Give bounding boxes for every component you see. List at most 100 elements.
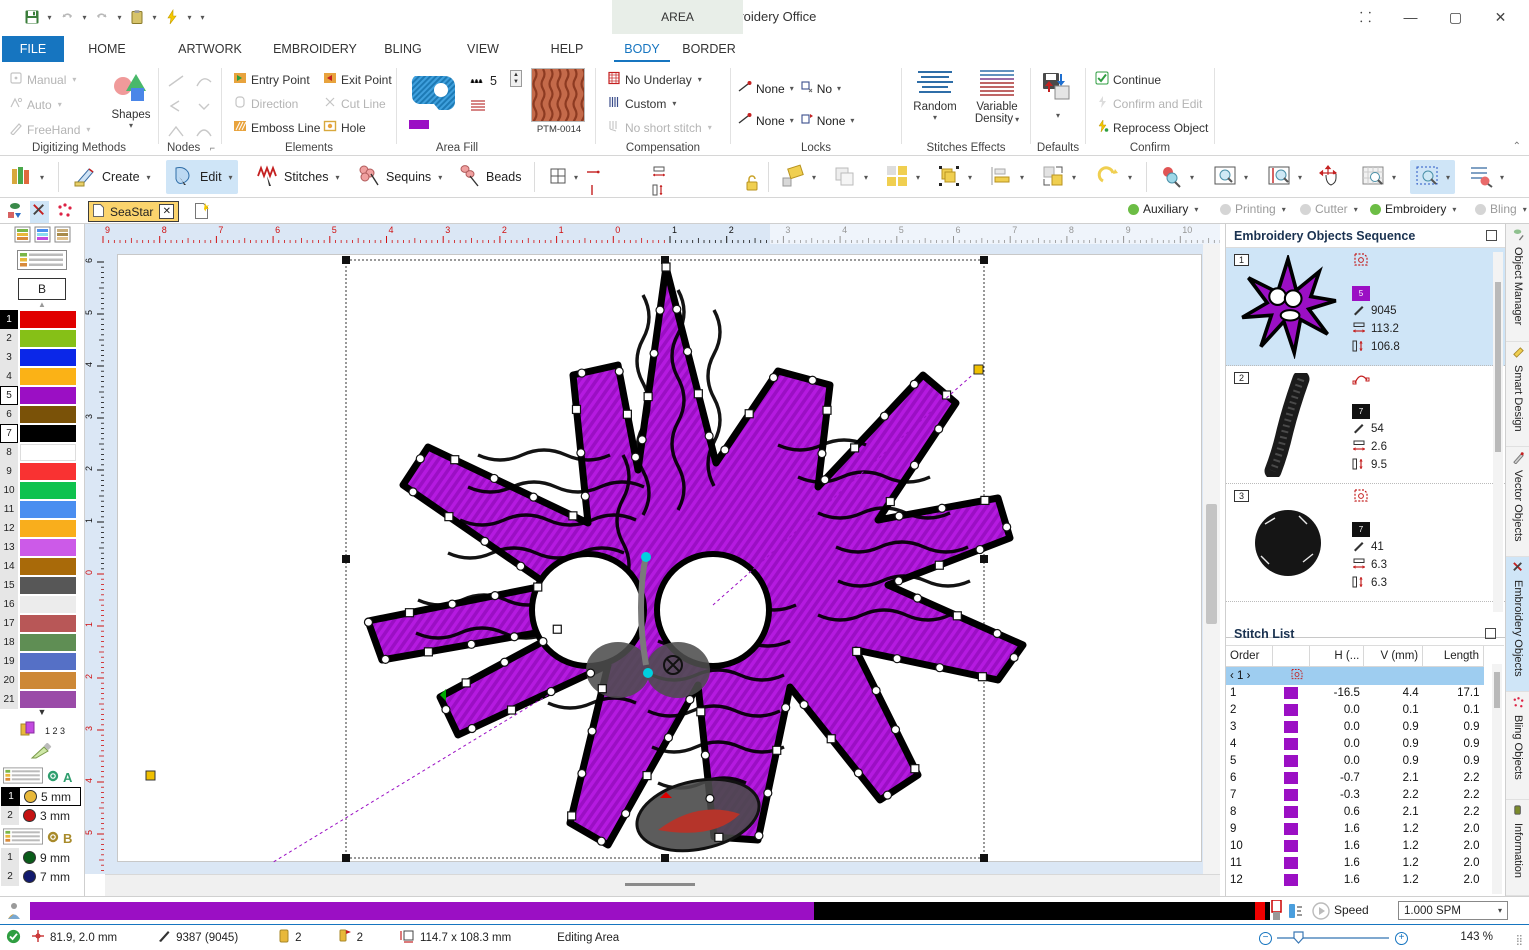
- stitch-scrollbar[interactable]: [1492, 664, 1502, 894]
- status-embroidery[interactable]: Embroidery ▾: [1370, 202, 1456, 216]
- color-swatch-row[interactable]: 10: [0, 481, 84, 500]
- color-swatch-row[interactable]: 16: [0, 595, 84, 614]
- tab-help[interactable]: HELP: [532, 36, 602, 62]
- node-line-icon[interactable]: [165, 72, 189, 93]
- hole-button[interactable]: Hole: [320, 118, 395, 137]
- gear-b-icon[interactable]: [46, 830, 60, 847]
- status-printing[interactable]: Printing ▾: [1220, 202, 1286, 216]
- col-length[interactable]: Length: [1422, 646, 1484, 667]
- transform-button[interactable]: ▾: [776, 160, 821, 194]
- swatch-color[interactable]: [20, 330, 76, 347]
- vertical-ruler[interactable]: 6 5 4 3 2 1 0 1 2 3 4 5: [85, 244, 105, 874]
- swatch-color[interactable]: [20, 615, 76, 632]
- color-swatch-row[interactable]: 6: [0, 405, 84, 424]
- node-dropdown-icon[interactable]: [193, 97, 217, 118]
- col-color[interactable]: [1272, 646, 1310, 667]
- color-swatch-row[interactable]: 4: [0, 367, 84, 386]
- swatch-color[interactable]: [20, 406, 76, 423]
- zoom-height-button[interactable]: ▾: [1262, 160, 1307, 194]
- color-swatch-row[interactable]: 1: [0, 310, 84, 329]
- status-cutter[interactable]: Cutter ▾: [1300, 202, 1358, 216]
- save-dropdown-caret[interactable]: ▾: [44, 6, 55, 28]
- arrange-grid-button[interactable]: ▾: [880, 160, 925, 194]
- stitch-row[interactable]: 7 -0.3 2.2 2.2: [1226, 787, 1484, 804]
- redo-dropdown-caret[interactable]: ▾: [114, 6, 125, 28]
- tab-view[interactable]: VIEW: [450, 36, 516, 62]
- palette-b-button[interactable]: B: [18, 278, 66, 300]
- tab-body[interactable]: BODY: [614, 36, 670, 62]
- canvas-horizontal-scrollbar[interactable]: [105, 874, 1220, 896]
- qat-more-caret[interactable]: ▾: [197, 6, 208, 28]
- stitch-row[interactable]: 6 -0.7 2.1 2.2: [1226, 770, 1484, 787]
- zoom-out-button[interactable]: −: [1259, 932, 1272, 945]
- color-swatch-row[interactable]: 8: [0, 443, 84, 462]
- swatch-color[interactable]: [20, 482, 76, 499]
- underlay-dropdown[interactable]: No Underlay ▾: [604, 70, 715, 89]
- node-smooth-icon[interactable]: [193, 122, 217, 143]
- node-curve-icon[interactable]: [193, 72, 217, 93]
- color-swatch-row[interactable]: 13: [0, 538, 84, 557]
- redo-icon[interactable]: [92, 6, 112, 28]
- color-swatch-row[interactable]: 3: [0, 348, 84, 367]
- bling-objects-tab-icon[interactable]: [56, 202, 74, 223]
- fill-pattern-preview[interactable]: [531, 68, 585, 122]
- tool-sequins[interactable]: Sequins ▾: [352, 160, 447, 194]
- color-swatch-row[interactable]: 12: [0, 519, 84, 538]
- objects-list[interactable]: 1 5 9045 113.2 106.8 2 7 54 2.6 9.5 3 7 41 6.3 6.3: [1226, 248, 1505, 638]
- stitch-row[interactable]: 1 -16.5 4.4 17.1: [1226, 685, 1484, 702]
- color-swatch-row[interactable]: 21: [0, 690, 84, 709]
- zoom-fit-button[interactable]: ▾: [1356, 160, 1401, 194]
- stitch-row[interactable]: 10 1.6 1.2 2.0: [1226, 838, 1484, 855]
- color-swatch-row[interactable]: 19: [0, 652, 84, 671]
- density-lines-icon[interactable]: [469, 98, 487, 115]
- tool-create[interactable]: Create ▾: [68, 160, 156, 194]
- canvas-vertical-scrollbar[interactable]: [1203, 244, 1220, 874]
- emboss-line-button[interactable]: Emboss Line: [230, 118, 323, 137]
- area-fill-shape-icon[interactable]: [407, 70, 463, 123]
- color-swatch-row[interactable]: 20: [0, 671, 84, 690]
- pan-button[interactable]: [1312, 160, 1346, 194]
- stitch-row[interactable]: 12 1.6 1.2 2.0: [1226, 872, 1484, 889]
- speed-select[interactable]: 1.000 SPM ▾: [1398, 901, 1508, 920]
- node-cusp-icon[interactable]: [165, 122, 189, 143]
- color-swatch-row[interactable]: 2: [0, 329, 84, 348]
- compensation-dropdown[interactable]: Custom ▾: [604, 94, 715, 113]
- new-document-icon[interactable]: [195, 203, 209, 222]
- maximize-button[interactable]: ▢: [1433, 0, 1478, 34]
- side-tab-object-manager[interactable]: Object Manager: [1506, 224, 1529, 342]
- color-swatch-row[interactable]: 17: [0, 614, 84, 633]
- side-tab-bling-objects[interactable]: Bling Objects: [1506, 692, 1529, 800]
- exit-point-button[interactable]: Exit Point: [320, 70, 395, 89]
- start-trim-value[interactable]: No: [817, 82, 832, 96]
- object-row[interactable]: 3 7 41 6.3 6.3: [1226, 484, 1505, 602]
- minimize-button[interactable]: —: [1388, 0, 1433, 34]
- gear-a-icon[interactable]: [46, 769, 60, 786]
- ribbon-collapse-caret[interactable]: ⌃: [1513, 141, 1521, 152]
- tab-file[interactable]: FILE: [2, 36, 64, 62]
- overlap-button[interactable]: ▾: [828, 160, 873, 194]
- defaults-button[interactable]: ▾: [1037, 70, 1079, 120]
- swatch-color[interactable]: [20, 558, 76, 575]
- zoom-slider[interactable]: − +: [1259, 931, 1409, 945]
- stitch-table[interactable]: Order H (... V (mm) Length ‹ 1 › 1 -16.5 4.…: [1226, 646, 1484, 889]
- side-tab-information[interactable]: Information: [1506, 800, 1529, 896]
- stitch-row[interactable]: 2 0.0 0.1 0.1: [1226, 702, 1484, 719]
- swatch-color[interactable]: [20, 539, 76, 556]
- status-bling[interactable]: Bling ▾: [1475, 202, 1527, 216]
- swatch-color[interactable]: [20, 520, 76, 537]
- object-row[interactable]: 2 7 54 2.6 9.5: [1226, 366, 1505, 484]
- color-swatch-row[interactable]: 9: [0, 462, 84, 481]
- swatch-color[interactable]: [20, 501, 76, 518]
- variable-density-button[interactable]: Variable Density ▾: [966, 68, 1028, 125]
- palette-scroll-up[interactable]: ▲: [0, 300, 84, 309]
- node-arrow-left-icon[interactable]: [165, 97, 189, 118]
- align-button[interactable]: ▾: [984, 160, 1029, 194]
- color-order-icon[interactable]: [19, 720, 41, 741]
- side-tab-embroidery-objects[interactable]: Embroidery Objects: [1506, 557, 1529, 692]
- color-swatch-row[interactable]: 11: [0, 500, 84, 519]
- swatch-color[interactable]: [20, 577, 76, 594]
- zoom-list-button[interactable]: ▾: [1464, 160, 1509, 194]
- random-effect-button[interactable]: Random ▾: [906, 68, 964, 122]
- color-swatch-row[interactable]: 15: [0, 576, 84, 595]
- swatch-color[interactable]: [20, 653, 76, 670]
